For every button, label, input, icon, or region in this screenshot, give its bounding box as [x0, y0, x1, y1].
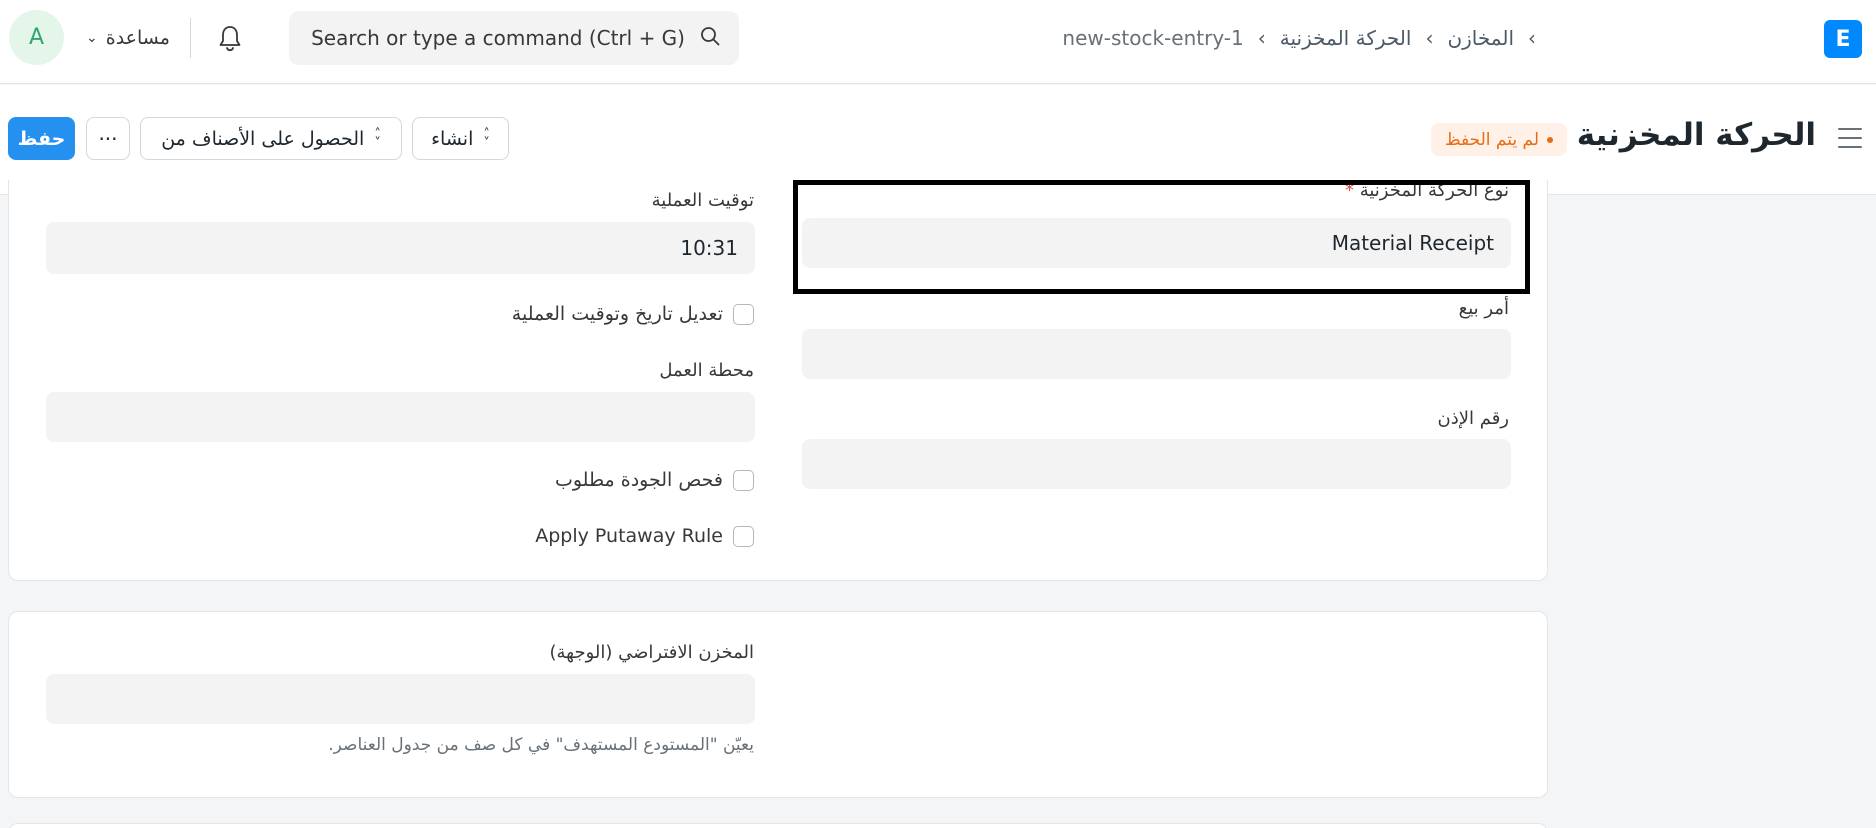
breadcrumb-current[interactable]: new-stock-entry-1	[1062, 26, 1243, 50]
save-button[interactable]: حفظ	[8, 117, 75, 160]
create-label: انشاء	[431, 127, 474, 150]
status-text: لم يتم الحفظ	[1444, 129, 1539, 150]
notification-bell-icon[interactable]	[214, 22, 246, 54]
chevron-down-icon: ⌄	[86, 30, 98, 46]
help-dropdown[interactable]: ⌄ مساعدة	[86, 22, 170, 54]
status-badge: لم يتم الحفظ	[1430, 123, 1567, 156]
get-items-button[interactable]: الحصول على الأصناف من ˄ ˅	[140, 117, 402, 160]
breadcrumb: new-stock-entry-1 ‹ الحركة المخزنية ‹ ال…	[1062, 22, 1536, 54]
breadcrumb-stock[interactable]: المخازن	[1447, 26, 1514, 50]
details-section: نوع الحركة المخزنية * Material Receipt أ…	[8, 180, 1548, 581]
posting-time-value: 10:31	[680, 236, 738, 260]
app-logo-icon[interactable]: E	[1824, 20, 1862, 58]
breadcrumb-separator-icon: ‹	[1425, 26, 1434, 50]
breadcrumb-separator-icon: ‹	[1257, 26, 1266, 50]
search-icon	[699, 25, 721, 52]
search-placeholder: Search or type a command (Ctrl + G)	[311, 26, 685, 50]
breadcrumb-separator-icon: ‹	[1528, 26, 1536, 50]
required-marker-icon: *	[1344, 180, 1354, 201]
target-warehouse-field[interactable]	[46, 674, 755, 724]
posting-time-label: توقيت العملية	[651, 190, 754, 211]
more-actions-button[interactable]: ···	[86, 117, 130, 160]
create-button[interactable]: انشاء ˄ ˅	[412, 117, 509, 160]
inspection-checkbox-row[interactable]: فحص الجودة مطلوب	[555, 468, 754, 492]
sort-arrows-icon: ˄ ˅	[374, 126, 381, 151]
edit-posting-label: تعديل تاريخ وتوقيت العملية	[511, 303, 723, 325]
sort-arrows-icon: ˄ ˅	[483, 126, 490, 151]
status-dot-icon	[1547, 136, 1553, 143]
inspection-checkbox[interactable]	[733, 469, 754, 491]
putaway-label: Apply Putaway Rule	[535, 525, 723, 547]
navbar-divider	[190, 18, 191, 58]
stock-entry-type-field[interactable]: Material Receipt	[802, 218, 1511, 268]
warehouse-section: المخزن الافتراضي (الوجهة) يعيّن "المستود…	[8, 611, 1548, 798]
search-bar[interactable]: Search or type a command (Ctrl + G)	[289, 11, 739, 65]
stock-entry-type-value: Material Receipt	[1331, 231, 1494, 255]
breadcrumb-stock-entry[interactable]: الحركة المخزنية	[1280, 26, 1412, 50]
putaway-checkbox[interactable]	[733, 525, 754, 547]
user-avatar[interactable]: A	[9, 10, 64, 65]
next-section	[8, 823, 1548, 828]
help-label: مساعدة	[105, 27, 170, 49]
top-navbar: A ⌄ مساعدة Search or type a command (Ctr…	[0, 0, 1876, 84]
permit-no-label: رقم الإذن	[1437, 408, 1510, 429]
workstation-field[interactable]	[46, 392, 755, 442]
sales-order-field[interactable]	[802, 329, 1511, 379]
stock-entry-type-label: نوع الحركة المخزنية *	[1344, 180, 1509, 201]
workstation-label: محطة العمل	[659, 360, 754, 381]
permit-no-field[interactable]	[802, 439, 1511, 489]
inspection-label: فحص الجودة مطلوب	[554, 469, 723, 491]
edit-posting-checkbox[interactable]	[733, 303, 754, 325]
posting-time-field[interactable]: 10:31	[46, 222, 755, 274]
sidebar-toggle-icon[interactable]	[1838, 128, 1862, 148]
edit-posting-checkbox-row[interactable]: تعديل تاريخ وتوقيت العملية	[512, 302, 754, 326]
sales-order-label: أمر بيع	[1458, 298, 1509, 319]
target-warehouse-label: المخزن الافتراضي (الوجهة)	[549, 642, 754, 663]
target-warehouse-help: يعيّن "المستودع المستهدف" في كل صف من جد…	[328, 735, 754, 755]
page-header: الحركة المخزنية جديد لم يتم الحفظ حفظ ··…	[0, 85, 1876, 195]
get-items-label: الحصول على الأصناف من	[161, 127, 365, 150]
putaway-checkbox-row[interactable]: Apply Putaway Rule	[535, 524, 754, 548]
